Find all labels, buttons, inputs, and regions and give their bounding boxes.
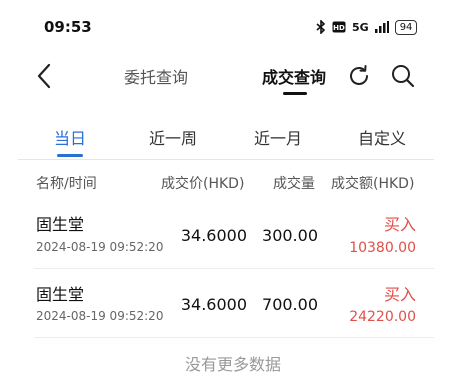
back-arrow-icon[interactable] [34,62,58,90]
row-divider [34,268,434,269]
period-today[interactable]: 当日 [54,125,86,149]
battery-icon: 94 [394,19,418,35]
stock-name: 固生堂 [36,285,85,304]
divider [18,159,434,160]
active-tab-underline [283,92,307,95]
trade-side: 买入 [383,215,416,234]
trade-qty: 700.00 [262,295,318,314]
hd-icon: HD [332,21,346,33]
tab-trade-query[interactable]: 成交查询 [262,64,326,88]
trade-amount: 24220.00 [349,309,416,325]
trade-side: 买入 [383,285,416,304]
refresh-icon[interactable] [346,63,372,89]
trade-amount: 10380.00 [349,240,416,256]
tab-order-query[interactable]: 委托查询 [124,64,188,88]
no-more-data-label: 没有更多数据 [184,355,281,374]
status-icons: HD 5G 94 [316,17,418,37]
trade-datetime: 2024-08-19 09:52:20 [36,240,164,254]
signal-icon [374,21,389,33]
svg-text:HD: HD [333,24,345,32]
status-time: 09:53 [44,18,92,36]
trade-price: 34.6000 [180,226,247,245]
col-name-time: 名称/时间 [36,176,97,192]
col-price: 成交价(HKD) [161,176,245,192]
trade-qty: 300.00 [262,226,318,245]
search-icon[interactable] [390,63,416,89]
trade-price: 34.6000 [180,295,247,314]
col-amount: 成交额(HKD) [331,176,415,192]
period-custom[interactable]: 自定义 [358,125,406,149]
period-underline [57,154,83,157]
stock-name: 固生堂 [36,215,85,234]
network-label: 5G [352,20,369,34]
col-qty: 成交量 [273,176,315,192]
period-month[interactable]: 近一月 [254,125,302,149]
bluetooth-icon [316,20,326,34]
row-divider [34,337,434,338]
trade-datetime: 2024-08-19 09:52:20 [36,309,164,323]
period-week[interactable]: 近一周 [149,125,197,149]
